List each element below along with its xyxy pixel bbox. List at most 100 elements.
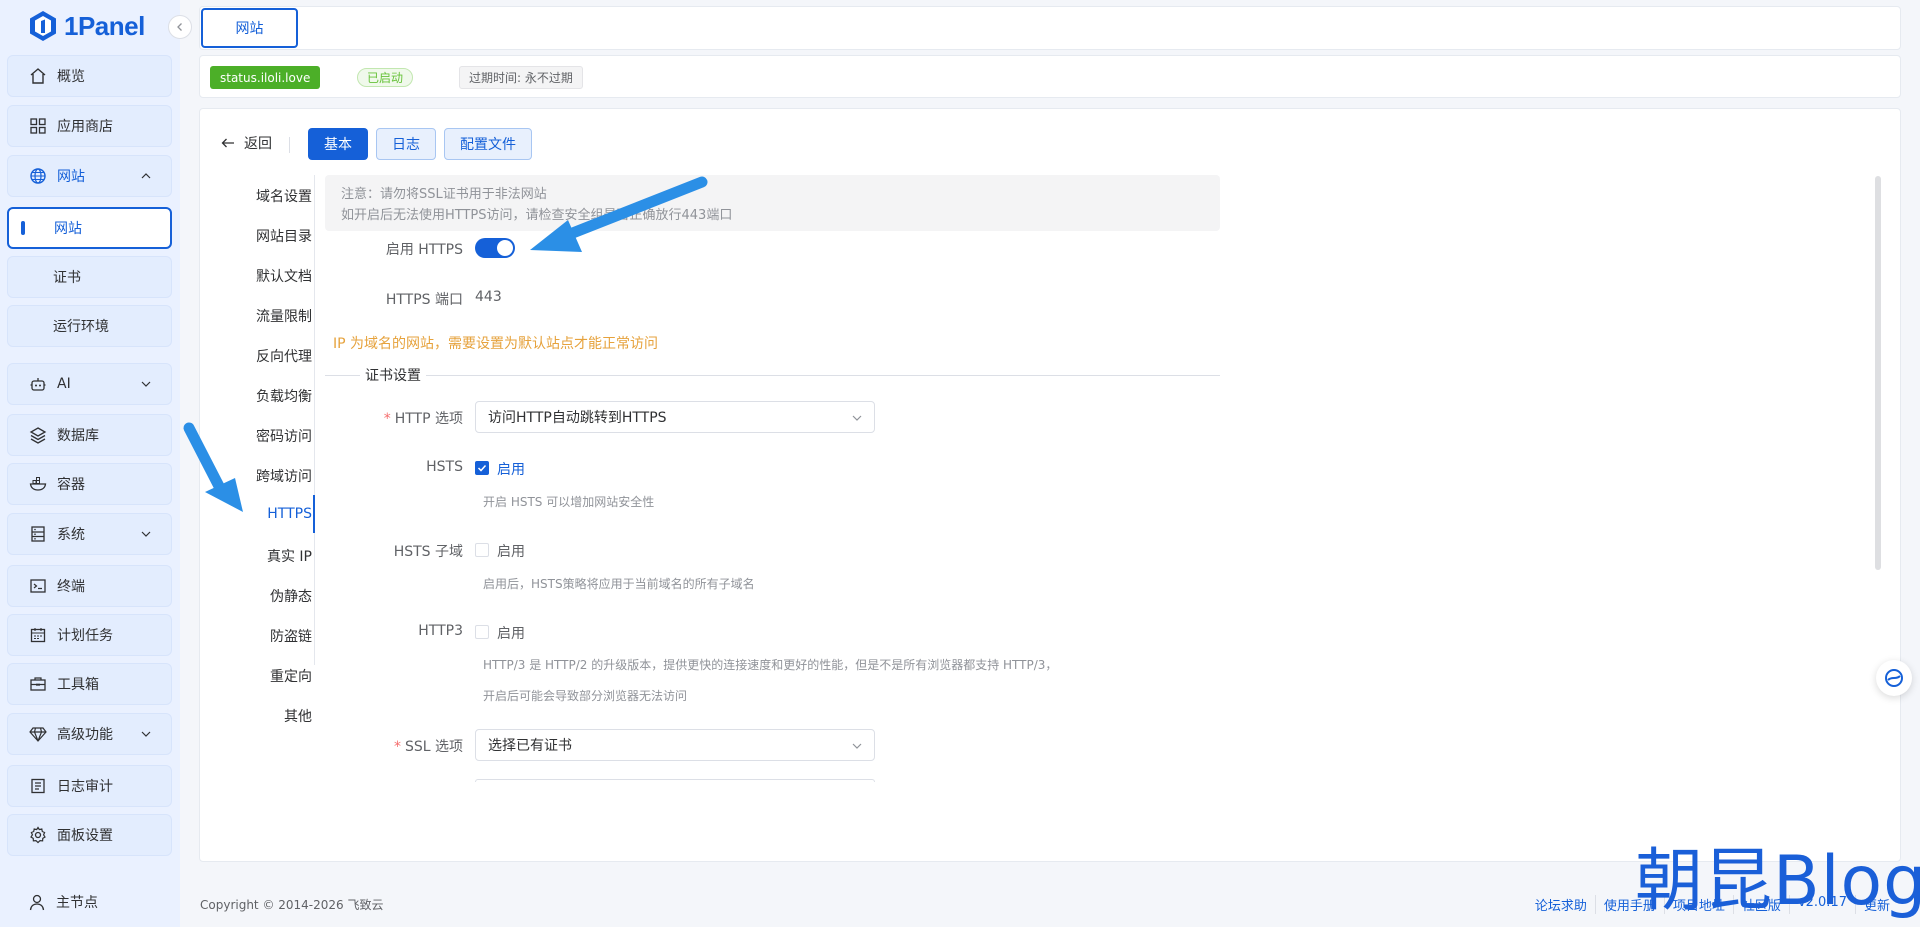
hsts-label: HSTS [426, 459, 463, 475]
sidebar-subitem-certificate[interactable]: 证书 [7, 256, 172, 298]
notice-line-2: 如开启后无法使用HTTPS访问，请检查安全组是否正确放行443端口 [341, 208, 733, 223]
sidebar-item-label: 系统 [57, 527, 85, 543]
nav-anti-leech[interactable]: 防盗链 [270, 626, 312, 646]
sidebar-subitem-label: 运行环境 [53, 319, 109, 335]
nav-redirect[interactable]: 重定向 [270, 666, 312, 686]
http3-check-label[interactable]: 启用 [497, 623, 525, 643]
http-option-select[interactable]: 访问HTTP自动跳转到HTTPS [475, 401, 875, 433]
nav-cors[interactable]: 跨域访问 [256, 466, 312, 486]
sidebar-item-log-audit[interactable]: 日志审计 [7, 765, 172, 807]
http3-label: HTTP3 [418, 623, 463, 639]
sidebar-subitem-label: 证书 [53, 270, 81, 286]
forum-link[interactable]: 论坛求助 [1527, 895, 1595, 914]
enable-https-label: 启用 HTTPS [385, 242, 463, 258]
basic-button[interactable]: 基本 [308, 128, 368, 160]
chevron-left-icon [177, 23, 182, 31]
hsts-checkbox[interactable] [475, 461, 489, 475]
floating-help-button[interactable] [1876, 660, 1912, 696]
check-icon [477, 464, 487, 472]
app-name: 1Panel [64, 10, 145, 41]
nav-https[interactable]: HTTPS [267, 506, 312, 522]
scrollbar[interactable] [1875, 176, 1881, 570]
status-badge: 已启动 [357, 68, 414, 87]
sidebar-item-label: 应用商店 [57, 119, 113, 135]
server-icon [28, 524, 48, 544]
sidebar: 1Panel 概览 应用商店 网站 网站 证书 运行环境 AI 数据库 容器 系… [0, 0, 192, 927]
sidebar-item-website[interactable]: 网站 [7, 155, 172, 197]
expire-tag: 过期时间: 永不过期 [459, 66, 583, 89]
sidebar-item-label: 面板设置 [57, 828, 113, 844]
route-tabbar: 网站 [199, 6, 1901, 50]
sidebar-item-system[interactable]: 系统 [7, 513, 172, 555]
back-label: 返回 [244, 136, 272, 152]
sidebar-item-overview[interactable]: 概览 [7, 55, 172, 97]
collapse-sidebar-button[interactable] [168, 15, 192, 39]
hsts-check-label[interactable]: 启用 [497, 459, 525, 479]
ssl-option-select[interactable]: 选择已有证书 [475, 729, 875, 761]
hsts-sub-check-label[interactable]: 启用 [497, 541, 525, 561]
copyright: Copyright © 2014-2026 飞致云 [200, 898, 384, 912]
config-file-button[interactable]: 配置文件 [444, 128, 532, 160]
sidebar-item-terminal[interactable]: 终端 [7, 565, 172, 607]
sidebar-item-toolbox[interactable]: 工具箱 [7, 663, 172, 705]
next-select-partial [475, 779, 875, 782]
sidebar-item-label: 数据库 [57, 428, 99, 444]
section-divider [325, 375, 1220, 376]
sidebar-item-label: 终端 [57, 579, 85, 595]
sidebar-item-app-store[interactable]: 应用商店 [7, 105, 172, 147]
chevron-down-icon [141, 381, 151, 387]
sidebar-item-label: 网站 [57, 169, 85, 185]
nav-site-dir[interactable]: 网站目录 [256, 226, 312, 246]
sidebar-subitem-website[interactable]: 网站 [7, 207, 172, 249]
app-logo[interactable]: 1Panel [28, 8, 145, 44]
log-button[interactable]: 日志 [376, 128, 436, 160]
sidebar-subitem-label: 网站 [54, 221, 82, 237]
nav-real-ip[interactable]: 真实 IP [267, 546, 312, 566]
http3-help-2: 开启后可能会导致部分浏览器无法访问 [483, 689, 688, 703]
http-option-label: * HTTP 选项 [383, 411, 463, 427]
chat-icon [1885, 669, 1903, 687]
site-info-bar: status.iloli.love 已启动 过期时间: 永不过期 [199, 55, 1901, 98]
toolbox-icon [28, 674, 48, 694]
nav-password-access[interactable]: 密码访问 [256, 426, 312, 446]
notice-line-1: 注意：请勿将SSL证书用于非法网站 [341, 187, 547, 202]
sidebar-item-label: AI [57, 376, 71, 392]
sidebar-item-cron[interactable]: 计划任务 [7, 614, 172, 656]
layers-icon [28, 425, 48, 445]
nav-domain[interactable]: 域名设置 [256, 186, 312, 206]
nav-reverse-proxy[interactable]: 反向代理 [256, 346, 312, 366]
chevron-down-icon [852, 415, 862, 421]
sidebar-item-ai[interactable]: AI [7, 363, 172, 405]
nav-divider [314, 175, 315, 665]
node-selector[interactable]: 主节点 [28, 892, 98, 912]
https-port-value: 443 [475, 289, 502, 305]
nav-load-balance[interactable]: 负载均衡 [256, 386, 312, 406]
cert-section-title: 证书设置 [360, 365, 426, 385]
sidebar-item-label: 工具箱 [57, 677, 99, 693]
watermark: 朝昆Blog [1635, 842, 1920, 921]
nav-rewrite[interactable]: 伪静态 [270, 586, 312, 606]
back-button[interactable]: 返回 [220, 133, 272, 153]
http3-help-1: HTTP/3 是 HTTP/2 的升级版本，提供更快的连接速度和更好的性能，但是… [483, 658, 1058, 672]
grid-icon [28, 116, 48, 136]
tab-website[interactable]: 网站 [201, 8, 298, 48]
nav-default-doc[interactable]: 默认文档 [256, 266, 312, 286]
http3-checkbox[interactable] [475, 625, 489, 639]
chevron-up-icon [141, 173, 151, 179]
site-config-panel: 返回 基本 日志 配置文件 域名设置 网站目录 默认文档 流量限制 反向代理 负… [199, 108, 1901, 862]
logo-icon [28, 10, 58, 42]
nav-other[interactable]: 其他 [284, 706, 312, 726]
sidebar-item-advanced[interactable]: 高级功能 [7, 713, 172, 755]
sidebar-item-label: 日志审计 [57, 779, 113, 795]
hsts-sub-checkbox[interactable] [475, 543, 489, 557]
diamond-icon [28, 724, 48, 744]
sidebar-item-label: 计划任务 [57, 628, 113, 644]
home-icon [28, 66, 48, 86]
enable-https-switch[interactable] [475, 238, 515, 258]
nav-rate-limit[interactable]: 流量限制 [256, 306, 312, 326]
sidebar-item-panel-settings[interactable]: 面板设置 [7, 814, 172, 856]
sidebar-item-container[interactable]: 容器 [7, 463, 172, 505]
sidebar-subitem-runtime[interactable]: 运行环境 [7, 305, 172, 347]
hsts-sub-label: HSTS 子域 [393, 544, 463, 560]
sidebar-item-database[interactable]: 数据库 [7, 414, 172, 456]
